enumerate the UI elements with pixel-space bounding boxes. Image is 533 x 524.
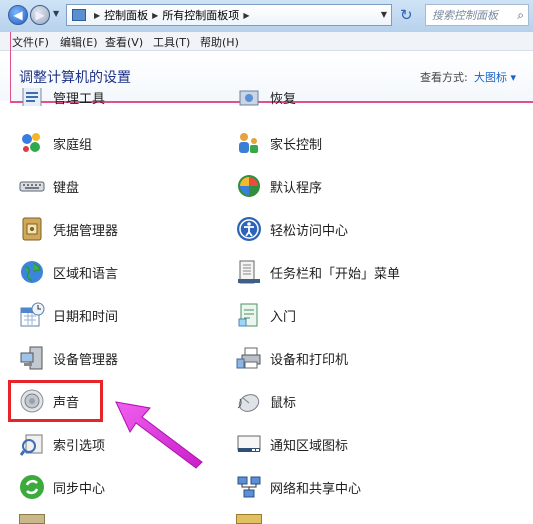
annotation-arrow (115, 401, 203, 469)
